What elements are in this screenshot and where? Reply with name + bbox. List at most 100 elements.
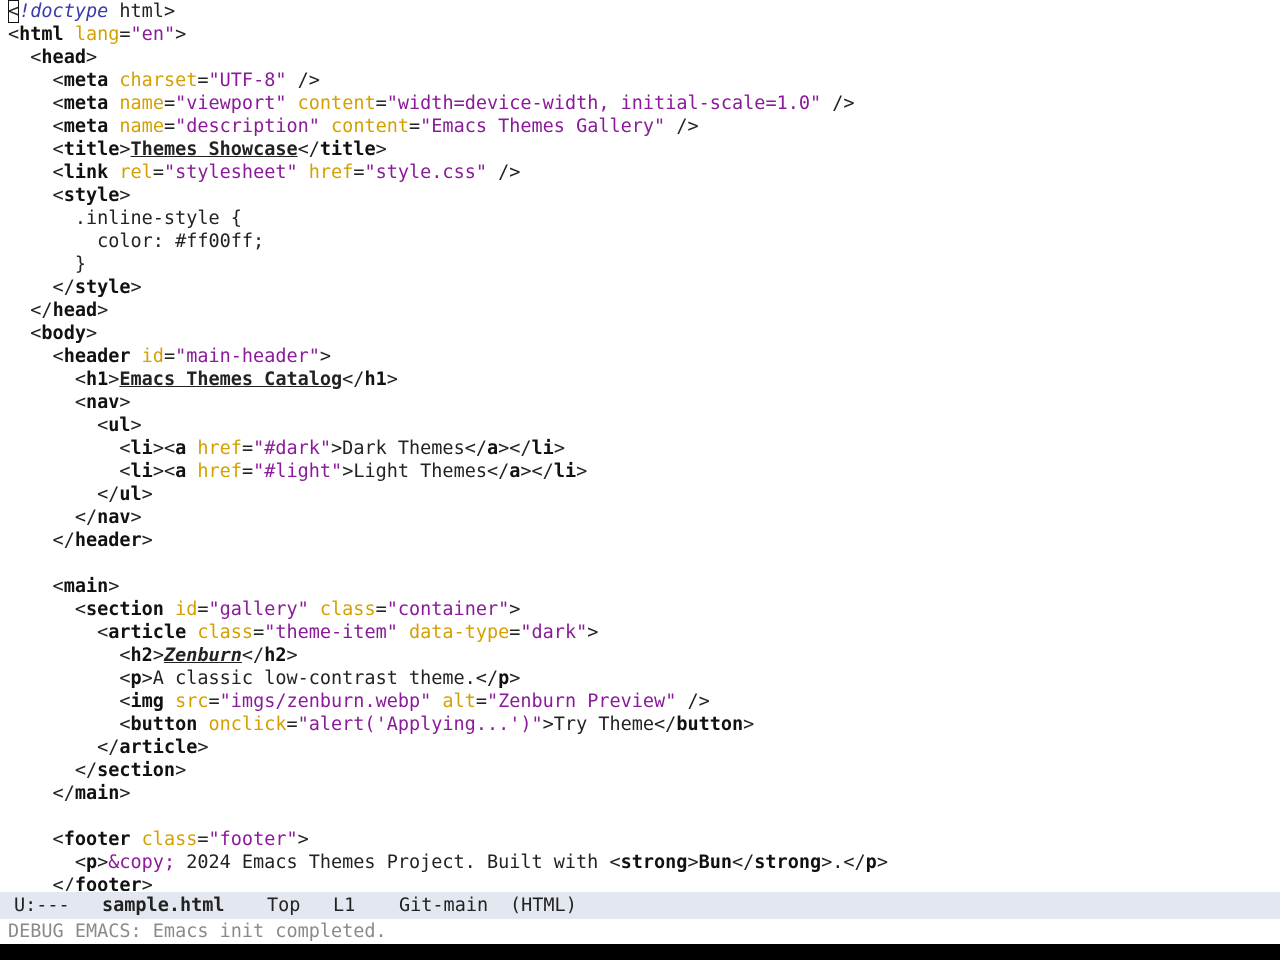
code-token: =: [241, 438, 254, 459]
code-token: content: [331, 116, 410, 137]
code-token: >.</: [821, 852, 866, 873]
code-line[interactable]: </head>: [8, 299, 108, 322]
code-line[interactable]: <meta name="viewport" content="width=dev…: [8, 92, 855, 115]
code-token: nav: [85, 392, 120, 413]
code-line[interactable]: <img src="imgs/zenburn.webp" alt="Zenbur…: [8, 690, 710, 713]
code-line[interactable]: </footer>: [8, 874, 153, 891]
code-token: h2: [264, 645, 287, 666]
modeline-vc-branch[interactable]: Git-main: [399, 892, 488, 919]
code-token: button: [676, 714, 744, 735]
code-line[interactable]: </header>: [8, 529, 153, 552]
code-line[interactable]: </style>: [8, 276, 142, 299]
code-line[interactable]: <main>: [8, 575, 120, 598]
code-token: >Dark Themes</: [331, 438, 487, 459]
code-token: >: [286, 645, 298, 666]
code-token: >: [553, 438, 565, 459]
modeline-buffer-name[interactable]: sample.html: [102, 892, 225, 919]
code-line[interactable]: <button onclick="alert('Applying...')">T…: [8, 713, 754, 736]
code-token: =: [353, 162, 365, 183]
code-token: >: [141, 484, 153, 505]
code-token: main: [74, 783, 120, 804]
code-line[interactable]: <html lang="en">: [8, 23, 186, 46]
code-line[interactable]: <article class="theme-item" data-type="d…: [8, 621, 598, 644]
code-token: meta: [63, 93, 109, 114]
code-token: "stylesheet": [163, 162, 298, 183]
code-token: <: [8, 691, 131, 712]
code-token: Themes Showcase: [130, 139, 298, 160]
code-token: &copy;: [108, 852, 176, 873]
code-line[interactable]: </nav>: [8, 506, 142, 529]
code-token: >: [687, 852, 699, 873]
code-token: >: [152, 645, 164, 666]
modeline-major-mode[interactable]: (HTML): [510, 892, 577, 919]
code-token: a: [175, 461, 187, 482]
code-line[interactable]: <h2>Zenburn</h2>: [8, 644, 298, 667]
code-line[interactable]: <li><a href="#light">Light Themes</a></l…: [8, 460, 587, 483]
code-token: onclick: [208, 714, 287, 735]
code-line[interactable]: <link rel="stylesheet" href="style.css" …: [8, 161, 521, 184]
code-token: </: [8, 783, 75, 804]
code-token: />: [676, 691, 710, 712]
code-line[interactable]: <p>A classic low-contrast theme.</p>: [8, 667, 520, 690]
code-line[interactable]: <nav>: [8, 391, 131, 414]
code-line[interactable]: <header id="main-header">: [8, 345, 331, 368]
code-token: =: [119, 24, 131, 45]
text-cursor: <: [8, 0, 20, 23]
code-line[interactable]: .inline-style {: [8, 207, 242, 230]
code-line[interactable]: <title>Themes Showcase</title>: [8, 138, 387, 161]
code-line[interactable]: </main>: [8, 782, 131, 805]
code-line[interactable]: </section>: [8, 759, 186, 782]
code-token: </: [8, 507, 98, 528]
modeline-line: L1: [333, 895, 356, 916]
code-token: .inline-style {: [8, 208, 242, 229]
code-line[interactable]: <!doctype html>: [8, 0, 175, 23]
code-line[interactable]: <li><a href="#dark">Dark Themes</a></li>: [8, 437, 565, 460]
code-token: "en": [130, 24, 176, 45]
code-token: </: [732, 852, 755, 873]
code-line[interactable]: <meta name="description" content="Emacs …: [8, 115, 699, 138]
code-line[interactable]: <p>&copy; 2024 Emacs Themes Project. Bui…: [8, 851, 888, 874]
code-line[interactable]: <style>: [8, 184, 131, 207]
code-line[interactable]: </ul>: [8, 483, 153, 506]
code-token: >: [130, 507, 142, 528]
code-line[interactable]: </article>: [8, 736, 208, 759]
code-token: Zenburn: [163, 645, 242, 666]
code-token: <: [8, 461, 131, 482]
code-token: "gallery": [208, 599, 309, 620]
code-line[interactable]: <ul>: [8, 414, 142, 437]
code-token: title: [63, 139, 120, 160]
code-line[interactable]: <section id="gallery" class="container">: [8, 598, 521, 621]
editor-buffer[interactable]: <!doctype html> <html lang="en"> <head> <…: [0, 0, 1280, 891]
code-token: <: [8, 714, 131, 735]
code-line[interactable]: color: #ff00ff;: [8, 230, 264, 253]
code-token: "theme-item": [264, 622, 398, 643]
code-line[interactable]: <footer class="footer">: [8, 828, 309, 851]
code-token: li: [531, 438, 554, 459]
code-token: >: [119, 185, 131, 206]
code-token: </: [8, 760, 98, 781]
code-token: <: [8, 70, 64, 91]
code-token: li: [130, 438, 153, 459]
code-token: >: [386, 369, 398, 390]
code-token: <: [8, 323, 42, 344]
modeline-position: Top: [267, 895, 301, 916]
code-line[interactable]: <head>: [8, 46, 97, 69]
code-token: <: [8, 93, 64, 114]
code-line[interactable]: }: [8, 253, 86, 276]
code-token: </: [297, 139, 320, 160]
code-token: >: [130, 415, 142, 436]
code-line[interactable]: <meta charset="UTF-8" />: [8, 69, 320, 92]
code-token: >: [319, 346, 332, 367]
code-token: >: [297, 829, 309, 850]
code-line[interactable]: <h1>Emacs Themes Catalog</h1>: [8, 368, 398, 391]
code-token: "alert('Applying...')": [297, 714, 543, 735]
code-token: style: [63, 185, 120, 206]
code-token: >: [576, 461, 588, 482]
code-token: =: [163, 93, 176, 114]
code-token: >: [509, 599, 521, 620]
code-line[interactable]: <body>: [8, 322, 97, 345]
